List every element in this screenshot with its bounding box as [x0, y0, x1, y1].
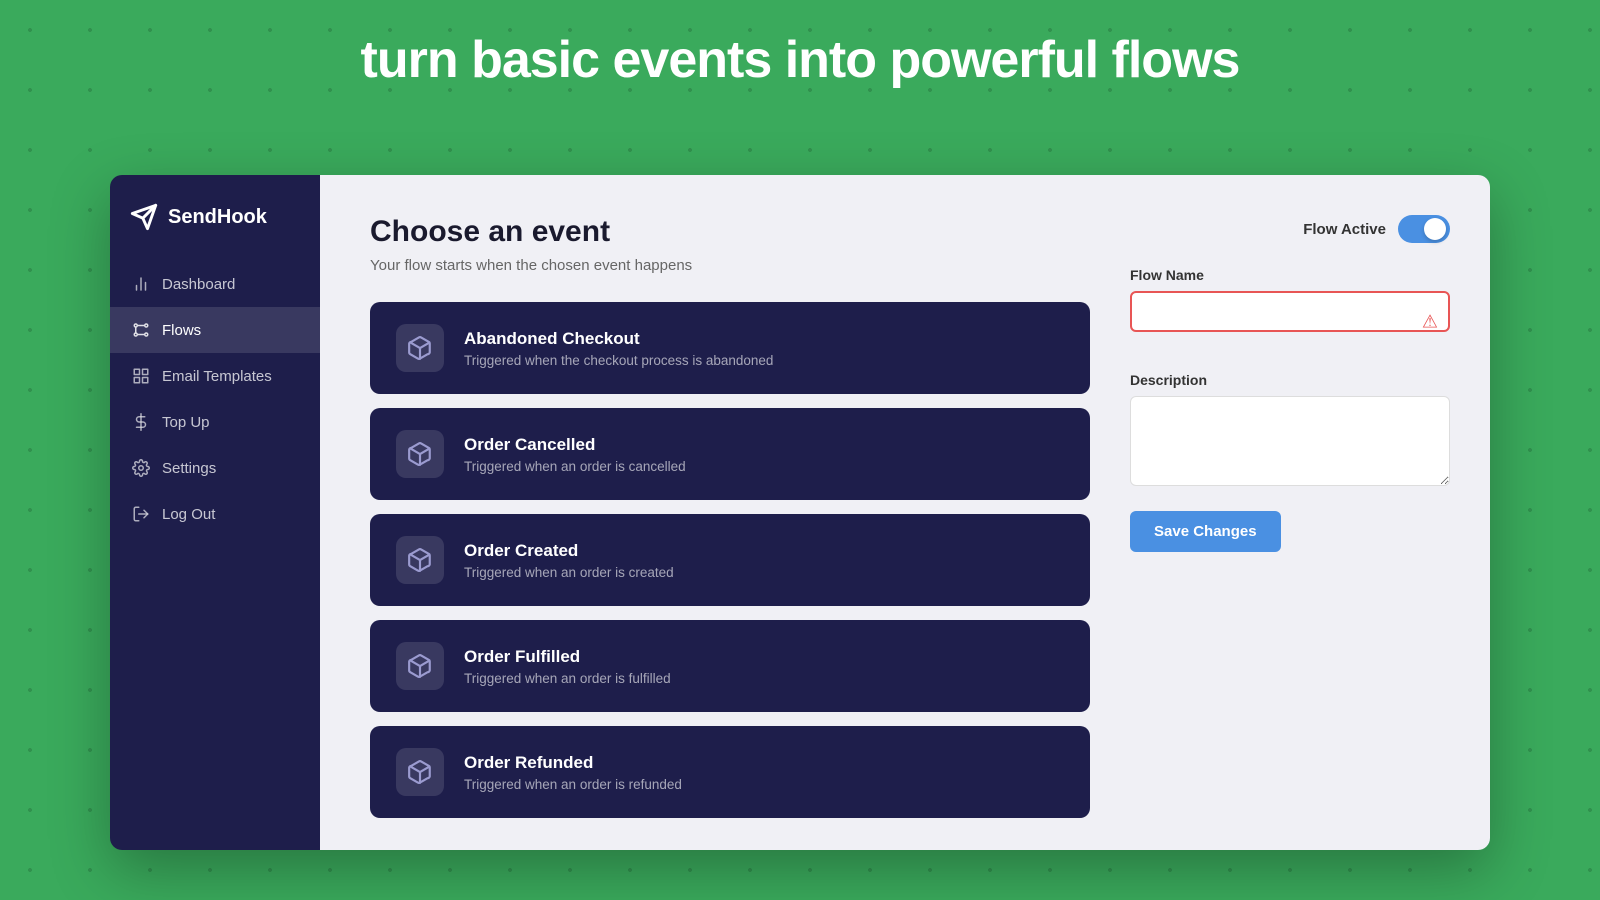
box-icon-3	[407, 547, 433, 573]
event-icon-order-fulfilled	[396, 642, 444, 690]
event-card-order-fulfilled[interactable]: Order Fulfilled Triggered when an order …	[370, 620, 1090, 712]
event-desc-abandoned-checkout: Triggered when the checkout process is a…	[464, 353, 773, 368]
logout-icon	[132, 505, 150, 523]
event-icon-order-created	[396, 536, 444, 584]
sidebar-item-email-templates[interactable]: Email Templates	[110, 353, 320, 399]
sidebar-item-log-out[interactable]: Log Out	[110, 491, 320, 537]
event-panel-subtitle: Your flow starts when the chosen event h…	[370, 257, 1090, 274]
event-name-order-fulfilled: Order Fulfilled	[464, 647, 671, 667]
app-card: SendHook Dashboard	[110, 175, 1490, 850]
sidebar-logo: SendHook	[110, 203, 320, 261]
event-desc-order-refunded: Triggered when an order is refunded	[464, 777, 682, 792]
flow-name-error-icon: ⚠	[1422, 311, 1438, 332]
sidebar-logo-text: SendHook	[168, 206, 267, 229]
bar-chart-icon	[132, 275, 150, 293]
flow-name-wrapper: ⚠	[1130, 291, 1450, 352]
send-hook-logo-icon	[130, 203, 158, 231]
description-textarea[interactable]	[1130, 396, 1450, 486]
gear-icon	[132, 459, 150, 477]
event-name-abandoned-checkout: Abandoned Checkout	[464, 329, 773, 349]
sidebar-nav: Dashboard Flows	[110, 261, 320, 537]
grid-icon	[132, 367, 150, 385]
sidebar-item-top-up-label: Top Up	[162, 414, 210, 431]
sidebar-item-flows-label: Flows	[162, 322, 201, 339]
sidebar-item-email-templates-label: Email Templates	[162, 368, 272, 385]
event-info-order-cancelled: Order Cancelled Triggered when an order …	[464, 435, 686, 474]
flow-name-label: Flow Name	[1130, 267, 1450, 283]
dollar-icon	[132, 413, 150, 431]
flow-active-label: Flow Active	[1303, 221, 1386, 238]
sidebar: SendHook Dashboard	[110, 175, 320, 850]
event-card-order-refunded[interactable]: Order Refunded Triggered when an order i…	[370, 726, 1090, 818]
event-icon-order-cancelled	[396, 430, 444, 478]
box-icon-4	[407, 653, 433, 679]
sidebar-item-settings[interactable]: Settings	[110, 445, 320, 491]
event-name-order-created: Order Created	[464, 541, 674, 561]
sidebar-item-dashboard-label: Dashboard	[162, 276, 235, 293]
event-desc-order-fulfilled: Triggered when an order is fulfilled	[464, 671, 671, 686]
toggle-slider	[1398, 215, 1450, 243]
box-icon	[407, 335, 433, 361]
event-desc-order-created: Triggered when an order is created	[464, 565, 674, 580]
event-panel-title: Choose an event	[370, 215, 1090, 249]
hero-title: turn basic events into powerful flows	[0, 30, 1600, 90]
flows-icon	[132, 321, 150, 339]
sidebar-item-flows[interactable]: Flows	[110, 307, 320, 353]
flow-active-toggle[interactable]	[1398, 215, 1450, 243]
event-icon-order-refunded	[396, 748, 444, 796]
event-info-order-refunded: Order Refunded Triggered when an order i…	[464, 753, 682, 792]
event-list: Abandoned Checkout Triggered when the ch…	[370, 302, 1090, 818]
save-changes-button[interactable]: Save Changes	[1130, 511, 1281, 552]
sidebar-item-dashboard[interactable]: Dashboard	[110, 261, 320, 307]
box-icon-2	[407, 441, 433, 467]
event-info-order-fulfilled: Order Fulfilled Triggered when an order …	[464, 647, 671, 686]
event-panel: Choose an event Your flow starts when th…	[370, 215, 1090, 820]
event-card-order-created[interactable]: Order Created Triggered when an order is…	[370, 514, 1090, 606]
sidebar-item-settings-label: Settings	[162, 460, 216, 477]
event-card-order-cancelled[interactable]: Order Cancelled Triggered when an order …	[370, 408, 1090, 500]
flow-name-input[interactable]	[1130, 291, 1450, 332]
sidebar-item-log-out-label: Log Out	[162, 506, 215, 523]
main-content: Choose an event Your flow starts when th…	[320, 175, 1490, 850]
event-info-abandoned-checkout: Abandoned Checkout Triggered when the ch…	[464, 329, 773, 368]
flow-active-row: Flow Active	[1130, 215, 1450, 243]
event-name-order-refunded: Order Refunded	[464, 753, 682, 773]
event-card-abandoned-checkout[interactable]: Abandoned Checkout Triggered when the ch…	[370, 302, 1090, 394]
event-info-order-created: Order Created Triggered when an order is…	[464, 541, 674, 580]
event-desc-order-cancelled: Triggered when an order is cancelled	[464, 459, 686, 474]
description-label: Description	[1130, 372, 1450, 388]
flow-panel: Flow Active Flow Name ⚠ Description Save…	[1130, 215, 1450, 820]
sidebar-item-top-up[interactable]: Top Up	[110, 399, 320, 445]
event-name-order-cancelled: Order Cancelled	[464, 435, 686, 455]
event-icon-abandoned-checkout	[396, 324, 444, 372]
box-icon-5	[407, 759, 433, 785]
